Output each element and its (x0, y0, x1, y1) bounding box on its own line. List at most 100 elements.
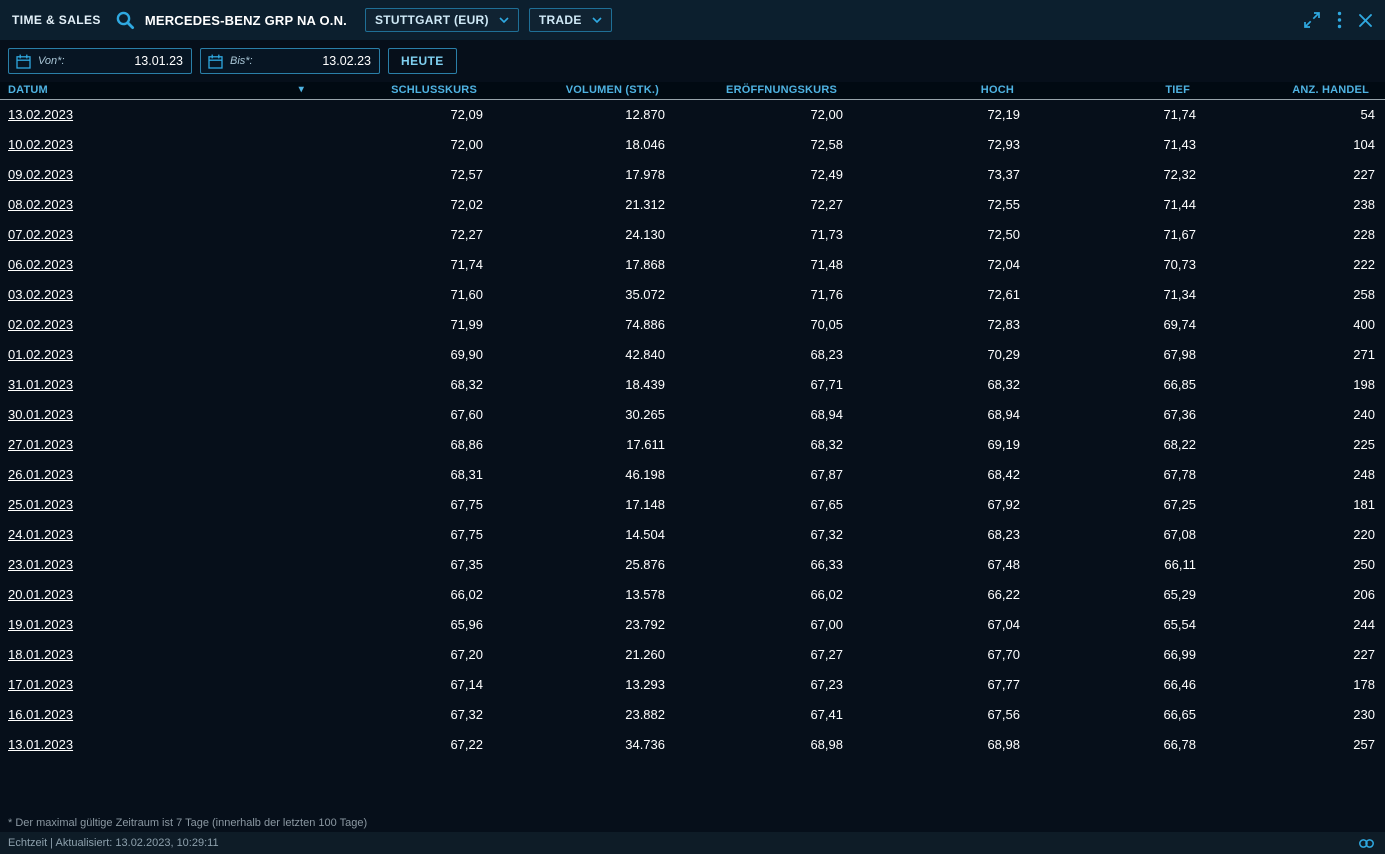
date-link[interactable]: 27.01.2023 (8, 437, 73, 452)
value-cell: 271 (1206, 339, 1385, 369)
value-cell: 72,27 (310, 219, 493, 249)
date-link[interactable]: 20.01.2023 (8, 587, 73, 602)
heute-button[interactable]: HEUTE (388, 48, 457, 74)
date-link[interactable]: 31.01.2023 (8, 377, 73, 392)
value-cell: 21.260 (493, 639, 675, 669)
date-link[interactable]: 09.02.2023 (8, 167, 73, 182)
date-link[interactable]: 24.01.2023 (8, 527, 73, 542)
date-cell: 19.01.2023 (0, 609, 310, 639)
date-cell: 07.02.2023 (0, 219, 310, 249)
date-cell: 06.02.2023 (0, 249, 310, 279)
trade-select[interactable]: TRADE (529, 8, 612, 32)
status-bar: Echtzeit | Aktualisiert: 13.02.2023, 10:… (0, 832, 1385, 854)
value-cell: 17.611 (493, 429, 675, 459)
value-cell: 250 (1206, 549, 1385, 579)
table-row: 03.02.202371,6035.07271,7672,6171,34258 (0, 279, 1385, 309)
table-row: 26.01.202368,3146.19867,8768,4267,78248 (0, 459, 1385, 489)
date-cell: 10.02.2023 (0, 129, 310, 159)
value-cell: 222 (1206, 249, 1385, 279)
bis-date-input[interactable]: Bis*: 13.02.23 (200, 48, 380, 74)
table-row: 10.02.202372,0018.04672,5872,9371,43104 (0, 129, 1385, 159)
value-cell: 71,48 (675, 249, 853, 279)
date-cell: 08.02.2023 (0, 189, 310, 219)
date-link[interactable]: 13.02.2023 (8, 107, 73, 122)
kebab-menu-icon[interactable] (1337, 11, 1342, 29)
column-header-tief[interactable]: TIEF (1030, 82, 1206, 99)
chevron-down-icon (499, 17, 509, 23)
date-link[interactable]: 25.01.2023 (8, 497, 73, 512)
value-cell: 67,75 (310, 489, 493, 519)
table-row: 13.01.202367,2234.73668,9868,9866,78257 (0, 729, 1385, 759)
exchange-select[interactable]: STUTTGART (EUR) (365, 8, 519, 32)
date-link[interactable]: 03.02.2023 (8, 287, 73, 302)
value-cell: 67,25 (1030, 489, 1206, 519)
time-sales-table: DATUM ▾ SCHLUSSKURS VOLUMEN (STK.) ERÖFF… (0, 82, 1385, 814)
value-cell: 67,56 (853, 699, 1030, 729)
value-cell: 69,90 (310, 339, 493, 369)
date-link[interactable]: 16.01.2023 (8, 707, 73, 722)
value-cell: 66,22 (853, 579, 1030, 609)
date-link[interactable]: 19.01.2023 (8, 617, 73, 632)
date-link[interactable]: 02.02.2023 (8, 317, 73, 332)
date-link[interactable]: 06.02.2023 (8, 257, 73, 272)
expand-icon[interactable] (1303, 11, 1321, 29)
status-text: Echtzeit | Aktualisiert: 13.02.2023, 10:… (8, 837, 219, 849)
value-cell: 70,73 (1030, 249, 1206, 279)
date-cell: 16.01.2023 (0, 699, 310, 729)
value-cell: 69,74 (1030, 309, 1206, 339)
value-cell: 68,86 (310, 429, 493, 459)
value-cell: 71,74 (310, 249, 493, 279)
date-link[interactable]: 26.01.2023 (8, 467, 73, 482)
value-cell: 66,46 (1030, 669, 1206, 699)
sort-descending-icon[interactable]: ▾ (299, 85, 304, 95)
value-cell: 66,11 (1030, 549, 1206, 579)
column-header-anz-handel[interactable]: ANZ. HANDEL (1206, 82, 1385, 99)
value-cell: 21.312 (493, 189, 675, 219)
value-cell: 72,83 (853, 309, 1030, 339)
date-cell: 17.01.2023 (0, 669, 310, 699)
date-link[interactable]: 01.02.2023 (8, 347, 73, 362)
date-link[interactable]: 23.01.2023 (8, 557, 73, 572)
value-cell: 71,34 (1030, 279, 1206, 309)
value-cell: 72,58 (675, 129, 853, 159)
value-cell: 17.978 (493, 159, 675, 189)
search-icon[interactable] (115, 10, 135, 30)
date-link[interactable]: 08.02.2023 (8, 197, 73, 212)
date-link[interactable]: 13.01.2023 (8, 737, 73, 752)
von-date-input[interactable]: Von*: 13.01.23 (8, 48, 192, 74)
date-link[interactable]: 18.01.2023 (8, 647, 73, 662)
date-cell: 30.01.2023 (0, 399, 310, 429)
value-cell: 23.882 (493, 699, 675, 729)
table-row: 30.01.202367,6030.26568,9468,9467,36240 (0, 399, 1385, 429)
date-cell: 03.02.2023 (0, 279, 310, 309)
date-link[interactable]: 30.01.2023 (8, 407, 73, 422)
value-cell: 66,78 (1030, 729, 1206, 759)
column-header-eroeffnungskurs[interactable]: ERÖFFNUNGSKURS (675, 82, 853, 99)
table-row: 07.02.202372,2724.13071,7372,5071,67228 (0, 219, 1385, 249)
value-cell: 67,75 (310, 519, 493, 549)
column-header-volumen[interactable]: VOLUMEN (STK.) (493, 82, 675, 99)
value-cell: 68,32 (310, 369, 493, 399)
table-row: 19.01.202365,9623.79267,0067,0465,54244 (0, 609, 1385, 639)
value-cell: 68,42 (853, 459, 1030, 489)
link-icon[interactable] (1358, 838, 1375, 849)
value-cell: 70,05 (675, 309, 853, 339)
value-cell: 74.886 (493, 309, 675, 339)
app-title: TIME & SALES (12, 13, 101, 27)
value-cell: 72,50 (853, 219, 1030, 249)
date-link[interactable]: 17.01.2023 (8, 677, 73, 692)
date-cell: 27.01.2023 (0, 429, 310, 459)
value-cell: 225 (1206, 429, 1385, 459)
column-header-schlusskurs[interactable]: SCHLUSSKURS (310, 82, 493, 99)
table-body: 13.02.202372,0912.87072,0072,1971,745410… (0, 99, 1385, 759)
date-link[interactable]: 10.02.2023 (8, 137, 73, 152)
chevron-down-icon (592, 17, 602, 23)
column-header-datum[interactable]: DATUM ▾ (0, 82, 310, 99)
value-cell: 67,20 (310, 639, 493, 669)
column-header-hoch[interactable]: HOCH (853, 82, 1030, 99)
column-header-label: DATUM (8, 84, 48, 96)
date-link[interactable]: 07.02.2023 (8, 227, 73, 242)
value-cell: 67,04 (853, 609, 1030, 639)
table-row: 25.01.202367,7517.14867,6567,9267,25181 (0, 489, 1385, 519)
close-icon[interactable] (1358, 13, 1373, 28)
